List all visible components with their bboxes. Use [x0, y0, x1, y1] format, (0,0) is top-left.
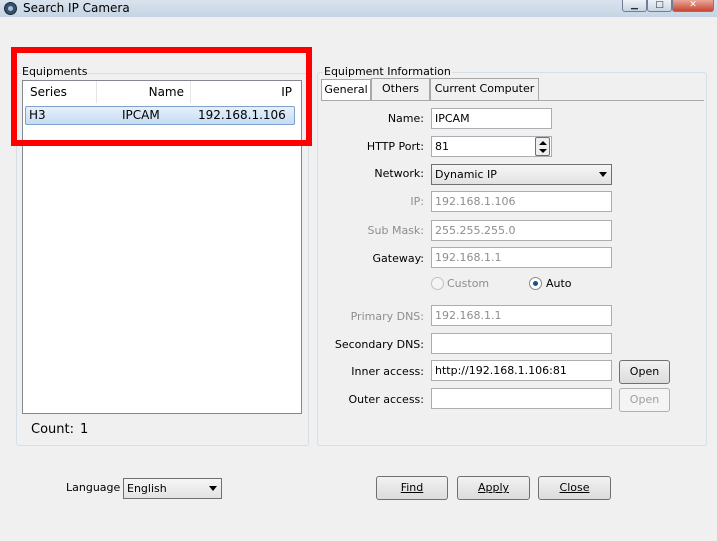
camera-app-icon	[4, 2, 17, 15]
language-label: Language	[66, 481, 121, 494]
tab-divider	[321, 100, 704, 101]
name-field[interactable]: IPCAM	[431, 108, 552, 129]
dns-auto-label: Auto	[546, 277, 572, 290]
minimize-button[interactable]: ▁	[622, 0, 647, 12]
maximize-button[interactable]: □	[647, 0, 672, 12]
http-port-label: HTTP Port:	[366, 140, 424, 153]
window-title: Search IP Camera	[23, 1, 130, 15]
language-select[interactable]: English	[123, 478, 222, 499]
chevron-down-icon	[209, 486, 217, 491]
gateway-label: Gateway:	[372, 252, 425, 265]
close-button[interactable]: Close	[538, 476, 611, 500]
equipment-info-group-label: Equipment Information	[323, 65, 452, 78]
tab-general[interactable]: General	[321, 79, 371, 100]
highlight-box	[11, 47, 312, 146]
secondary-dns-field[interactable]	[431, 333, 612, 354]
outer-access-label: Outer access:	[348, 393, 424, 406]
count-value: 1	[80, 422, 89, 437]
ip-field[interactable]: 192.168.1.106	[431, 191, 612, 212]
dns-auto-radio[interactable]	[529, 277, 542, 290]
network-select[interactable]: Dynamic IP	[431, 164, 612, 185]
open-outer-button[interactable]: Open	[619, 388, 670, 412]
chevron-down-icon	[599, 172, 607, 177]
dns-custom-label: Custom	[447, 277, 490, 290]
primary-dns-label: Primary DNS:	[350, 310, 424, 323]
sub-mask-label: Sub Mask:	[367, 224, 424, 237]
network-label: Network:	[374, 167, 424, 180]
open-inner-button[interactable]: Open	[619, 360, 670, 384]
dns-custom-radio[interactable]	[431, 277, 444, 290]
http-port-field[interactable]: 81	[431, 136, 552, 157]
inner-access-label: Inner access:	[351, 365, 424, 378]
spin-down-icon[interactable]	[539, 149, 547, 153]
close-window-button[interactable]: ✕	[672, 0, 714, 12]
language-select-value: English	[127, 482, 167, 495]
tab-current-computer[interactable]: Current Computer	[430, 78, 539, 100]
sub-mask-field[interactable]: 255.255.255.0	[431, 220, 612, 241]
gateway-field[interactable]: 192.168.1.1	[431, 247, 612, 268]
network-select-value: Dynamic IP	[435, 168, 497, 181]
primary-dns-field[interactable]: 192.168.1.1	[431, 305, 612, 326]
find-button[interactable]: Find	[376, 476, 448, 500]
apply-button[interactable]: Apply	[457, 476, 530, 500]
inner-access-field[interactable]: http://192.168.1.106:81	[431, 360, 612, 381]
count-label: Count:	[31, 422, 74, 437]
tab-others[interactable]: Others	[371, 78, 430, 100]
port-spinner[interactable]	[535, 137, 550, 156]
secondary-dns-label: Secondary DNS:	[334, 338, 424, 351]
outer-access-field[interactable]	[431, 388, 612, 409]
ip-label: IP:	[410, 195, 424, 208]
name-label: Name:	[387, 112, 424, 125]
spin-up-icon[interactable]	[539, 141, 547, 145]
